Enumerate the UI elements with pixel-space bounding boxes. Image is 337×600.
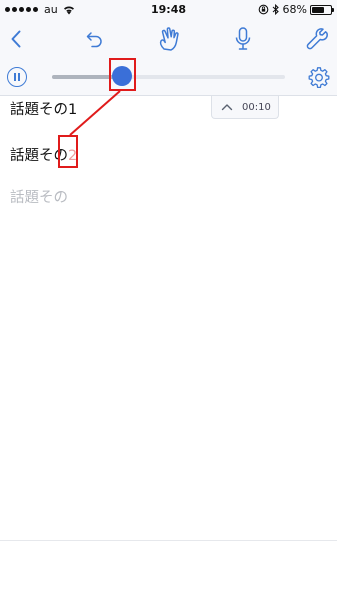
playback-settings-button[interactable] [308, 66, 330, 89]
status-bar: au 19:48 68% [0, 0, 337, 20]
back-button[interactable] [1, 24, 31, 54]
divider [0, 540, 337, 541]
status-right: 68% [258, 3, 334, 16]
toolbar [0, 20, 337, 58]
time-popup[interactable]: 00:10 [211, 96, 279, 119]
battery-percent: 68% [282, 3, 307, 16]
seek-bar[interactable] [52, 75, 285, 79]
note-line-2-text: 話題その [10, 148, 68, 164]
tools-button[interactable] [302, 24, 332, 54]
audio-player-bar [0, 58, 337, 96]
undo-button[interactable] [80, 24, 110, 54]
back-icon [11, 30, 21, 48]
pause-button[interactable] [7, 67, 27, 87]
chevron-up-icon [221, 104, 233, 111]
wrench-icon [306, 28, 328, 50]
elapsed-time: 00:10 [242, 101, 271, 113]
hand-pointer-icon [159, 27, 179, 51]
undo-icon [86, 32, 102, 48]
pause-icon [14, 73, 16, 81]
note-line-2[interactable]: 話題その2 [10, 144, 77, 165]
note-line-1[interactable]: 話題その1 [10, 98, 77, 119]
battery-fill [312, 6, 325, 13]
microphone-button[interactable] [228, 24, 258, 54]
tap-mode-button[interactable] [155, 24, 185, 54]
bluetooth-icon [272, 4, 279, 15]
gear-icon [308, 67, 330, 89]
seek-thumb[interactable] [111, 66, 132, 86]
note-line-2-highlight: 2 [68, 148, 78, 164]
battery-icon [310, 4, 334, 15]
microphone-icon [235, 27, 251, 50]
orientation-lock-icon [258, 4, 268, 15]
note-line-3-placeholder[interactable]: 話題その [10, 186, 68, 207]
